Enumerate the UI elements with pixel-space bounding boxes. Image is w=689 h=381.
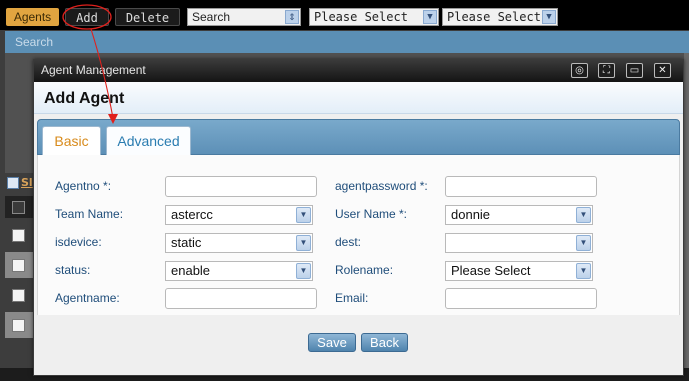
agent-management-dialog: Agent Management ◎ ⛶ ▭ ✕ Add Agent Basic…	[33, 59, 684, 376]
row-checkbox[interactable]	[12, 289, 25, 302]
tab-basic[interactable]: Basic	[42, 126, 101, 156]
filter-select-2[interactable]: Please Select ▼	[442, 8, 558, 26]
team-name-label: Team Name:	[55, 207, 124, 221]
search-panel-label: Search	[15, 35, 54, 49]
background-page-edge	[684, 53, 689, 368]
team-name-value: astercc	[171, 207, 213, 222]
add-button[interactable]: Add	[65, 8, 109, 26]
filter-select-1[interactable]: Please Select ▼	[309, 8, 439, 26]
dialog-title: Agent Management	[41, 63, 146, 77]
rolename-select[interactable]: Please Select ▼	[445, 261, 593, 281]
dialog-header: Add Agent	[34, 82, 683, 114]
team-name-select[interactable]: astercc ▼	[165, 205, 313, 225]
agent-form: Agentno *: agentpassword *: Team Name: a…	[37, 155, 680, 315]
row-checkbox[interactable]	[12, 229, 25, 242]
user-name-select[interactable]: donnie ▼	[445, 205, 593, 225]
agentpassword-input[interactable]	[445, 176, 597, 197]
row-checkbox[interactable]	[12, 259, 25, 272]
page-title: Add Agent	[44, 90, 125, 107]
isdevice-select[interactable]: static ▼	[165, 233, 313, 253]
top-toolbar: Agents Add Delete Search ⇕ Please Select…	[0, 0, 689, 30]
row-checkbox[interactable]	[12, 319, 25, 332]
tab-advanced[interactable]: Advanced	[106, 126, 191, 156]
agentno-label: Agentno *:	[55, 179, 112, 193]
rolename-value: Please Select	[451, 263, 531, 278]
background-link[interactable]: Sl	[21, 176, 33, 189]
user-name-label: User Name *:	[335, 207, 408, 221]
back-button[interactable]: Back	[361, 333, 408, 352]
minimize-icon[interactable]: ▭	[626, 63, 643, 78]
search-select[interactable]: Search ⇕	[187, 8, 301, 26]
status-value: enable	[171, 263, 211, 278]
select-all-checkbox[interactable]	[12, 201, 25, 214]
chevron-down-icon: ▼	[423, 10, 437, 24]
dialog-titlebar[interactable]: Agent Management ◎ ⛶ ▭ ✕	[34, 60, 683, 82]
email-input[interactable]	[445, 288, 597, 309]
filter-select-2-value: Please Select	[447, 10, 541, 24]
table-row	[5, 252, 33, 278]
chevron-down-icon: ▼	[296, 235, 311, 251]
isdevice-value: static	[171, 235, 202, 250]
collapse-icon[interactable]: ◎	[571, 63, 588, 78]
delete-button[interactable]: Delete	[115, 8, 180, 26]
filter-select-1-value: Please Select	[314, 10, 408, 24]
agentno-input[interactable]	[165, 176, 317, 197]
close-icon[interactable]: ✕	[654, 63, 671, 78]
chevron-down-icon: ▼	[576, 263, 591, 279]
agents-tab[interactable]: Agents	[6, 8, 59, 26]
user-name-value: donnie	[451, 207, 491, 222]
search-panel-header[interactable]: Search	[5, 31, 689, 53]
table-row	[5, 312, 33, 338]
rolename-label: Rolename:	[335, 263, 394, 277]
isdevice-label: isdevice:	[55, 235, 102, 249]
chevron-updown-icon: ⇕	[285, 10, 299, 24]
tab-strip: Basic Advanced	[37, 119, 680, 156]
status-select[interactable]: enable ▼	[165, 261, 313, 281]
chevron-down-icon: ▼	[576, 207, 591, 223]
table-row	[5, 222, 33, 248]
chevron-down-icon: ▼	[576, 235, 591, 251]
agentname-input[interactable]	[165, 288, 317, 309]
search-select-value: Search	[192, 10, 231, 24]
agentname-label: Agentname:	[55, 291, 120, 305]
document-icon	[7, 177, 19, 189]
email-label: Email:	[335, 291, 369, 305]
dest-label: dest:	[335, 235, 362, 249]
maximize-icon[interactable]: ⛶	[598, 63, 615, 78]
chevron-down-icon: ▼	[296, 207, 311, 223]
dest-select[interactable]: ▼	[445, 233, 593, 253]
agentpassword-label: agentpassword *:	[335, 179, 428, 193]
table-row	[5, 282, 33, 308]
chevron-down-icon: ▼	[542, 10, 556, 24]
status-label: status:	[55, 263, 91, 277]
chevron-down-icon: ▼	[296, 263, 311, 279]
save-button[interactable]: Save	[308, 333, 356, 352]
